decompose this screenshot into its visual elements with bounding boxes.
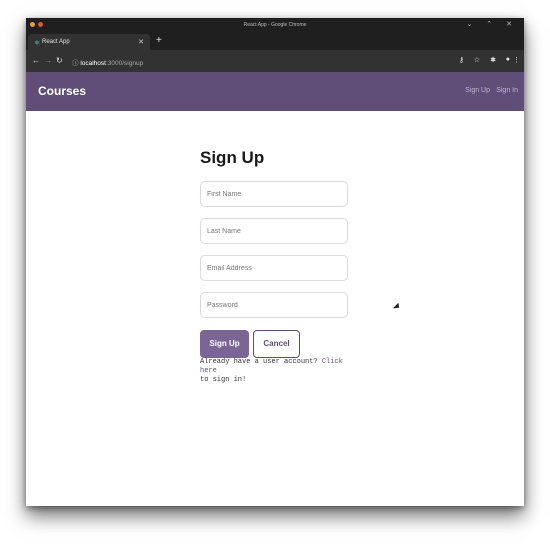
cancel-button[interactable]: Cancel <box>253 330 300 358</box>
mouse-cursor-icon <box>392 302 402 312</box>
tab-title: React App <box>42 39 70 45</box>
window-minimize-maximize-icon[interactable]: ⌄ ⌃ ✕ <box>467 20 519 28</box>
browser-window: React App - Google Chrome ⌄ ⌃ ✕ ⚛ React … <box>26 18 524 506</box>
url-field[interactable]: ⓘ localhost:3000/signup <box>72 57 143 67</box>
back-icon[interactable]: ← <box>32 56 40 65</box>
extensions-icon[interactable]: ✱ <box>490 56 496 64</box>
last-name-input[interactable] <box>200 218 348 244</box>
window-titlebar: React App - Google Chrome ⌄ ⌃ ✕ <box>26 18 524 32</box>
menu-kebab-icon[interactable]: ⋮ <box>513 56 520 64</box>
reload-icon[interactable]: ↻ <box>56 56 63 65</box>
new-tab-icon[interactable]: + <box>156 35 162 46</box>
react-favicon-icon: ⚛ <box>34 40 41 47</box>
profile-icon[interactable]: ● <box>506 56 510 63</box>
tab-strip: ⚛ React App ✕ + <box>26 32 524 50</box>
url-host: localhost <box>80 60 106 67</box>
bookmark-star-icon[interactable]: ☆ <box>474 56 480 64</box>
url-path: :3000/signup <box>105 60 144 67</box>
sign-up-button[interactable]: Sign Up <box>200 330 249 358</box>
sign-in-prompt: Already have a user account? Click here … <box>200 358 356 385</box>
close-tab-icon[interactable]: ✕ <box>138 38 144 46</box>
sign-in-prompt-suffix: to sign in! <box>200 376 247 384</box>
main-content: Sign Up Sign Up Cancel Already have a us… <box>26 111 524 486</box>
page-title: Sign Up <box>200 148 265 167</box>
forward-icon[interactable]: → <box>44 56 52 65</box>
address-bar: ← → ↻ ⓘ localhost:3000/signup ⚷ ☆ ✱ ● ⋮ <box>26 50 524 72</box>
app-header: Courses Sign Up Sign In <box>26 72 524 111</box>
key-icon[interactable]: ⚷ <box>459 56 464 64</box>
brand-logo[interactable]: Courses <box>38 84 86 98</box>
sign-in-prompt-text: Already have a user account? <box>200 358 318 366</box>
first-name-input[interactable] <box>200 181 348 207</box>
browser-tab[interactable]: ⚛ React App ✕ <box>28 34 150 50</box>
email-input[interactable] <box>200 255 348 281</box>
nav-link-sign-up[interactable]: Sign Up <box>465 87 490 94</box>
password-input[interactable] <box>200 292 348 318</box>
window-title: React App - Google Chrome <box>243 22 307 28</box>
nav-link-sign-in[interactable]: Sign In <box>496 87 518 94</box>
